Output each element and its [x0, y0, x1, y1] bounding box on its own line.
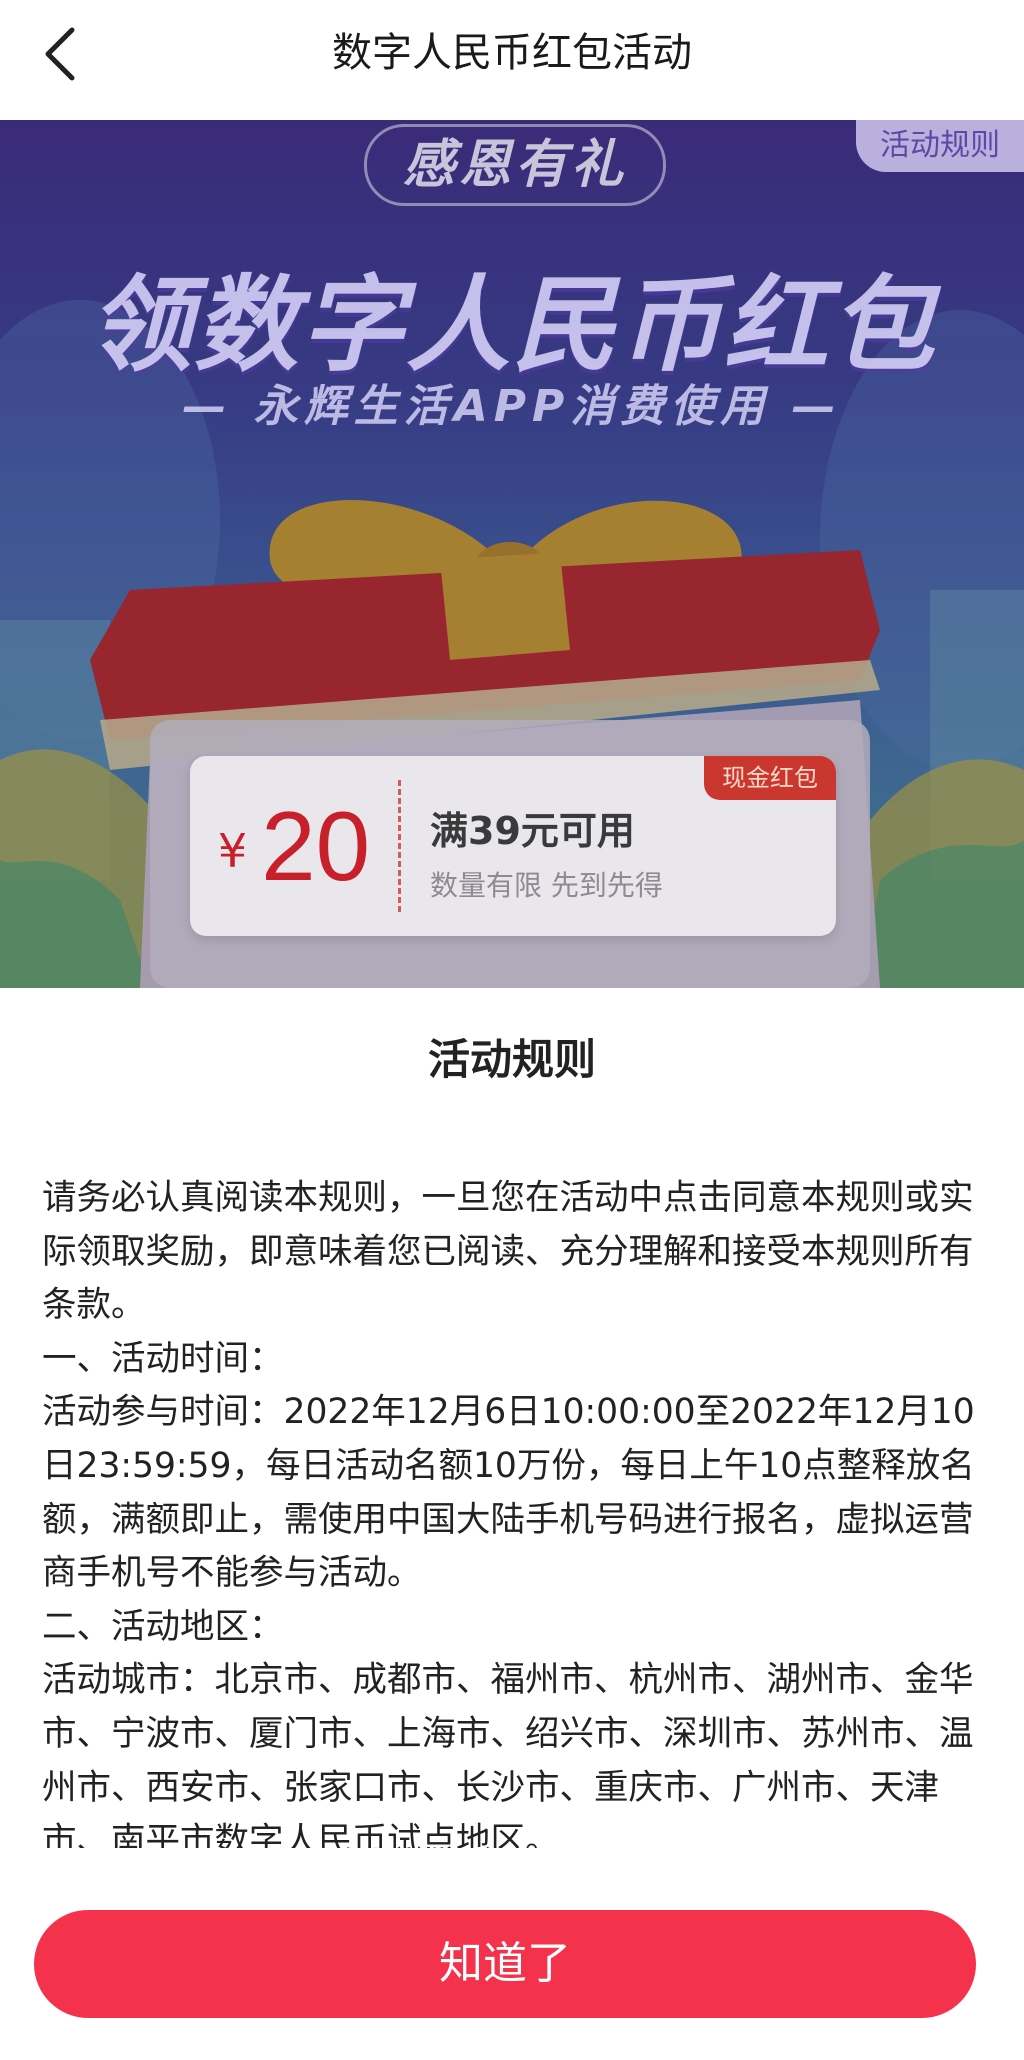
promo-headline: 领数字人民币红包	[87, 264, 936, 386]
promo-subline: — 永辉生活APP消费使用 —	[182, 381, 842, 432]
coupon-tag: 现金红包	[704, 756, 836, 800]
got-it-button[interactable]: 知道了	[34, 1910, 976, 2018]
rules-paragraph: 请务必认真阅读本规则，一旦您在活动中点击同意本规则或实际领取奖励，即意味着您已阅…	[42, 1178, 974, 1326]
rules-tab-button[interactable]: 活动规则	[856, 120, 1024, 172]
coupon-card: ¥ 20 满39元可用 数量有限 先到先得 现金红包	[190, 756, 836, 936]
rules-paragraph: 活动城市：北京市、成都市、福州市、杭州市、湖州市、金华市、宁波市、厦门市、上海市…	[42, 1660, 974, 1848]
rules-paragraph: 一、活动时间：	[42, 1338, 284, 1379]
coupon-amount: 20	[261, 790, 371, 901]
rules-paragraph: 二、活动地区：	[42, 1606, 284, 1647]
rules-paragraph: 活动参与时间：2022年12月6日10:00:00至2022年12月10日23:…	[42, 1392, 975, 1594]
promo-banner: 活动规则 感恩有礼 领数字人民币红包 — 永辉生活APP消费使用 — ¥ 20 …	[0, 120, 1024, 988]
rules-scroll-area[interactable]: 请务必认真阅读本规则，一旦您在活动中点击同意本规则或实际领取奖励，即意味着您已阅…	[42, 1172, 986, 1848]
promo-pill: 感恩有礼	[364, 124, 666, 206]
currency-symbol: ¥	[217, 824, 248, 878]
nav-header: 数字人民币红包活动	[0, 0, 1024, 120]
coupon-divider	[398, 780, 401, 912]
coupon-condition: 满39元可用	[430, 809, 635, 853]
coupon-amount-area: ¥ 20	[190, 756, 398, 936]
page-title: 数字人民币红包活动	[332, 30, 692, 76]
rules-sheet: 活动规则 请务必认真阅读本规则，一旦您在活动中点击同意本规则或实际领取奖励，即意…	[0, 988, 1024, 2060]
coupon-note: 数量有限 先到先得	[430, 869, 663, 902]
rules-title: 活动规则	[427, 1035, 596, 1084]
